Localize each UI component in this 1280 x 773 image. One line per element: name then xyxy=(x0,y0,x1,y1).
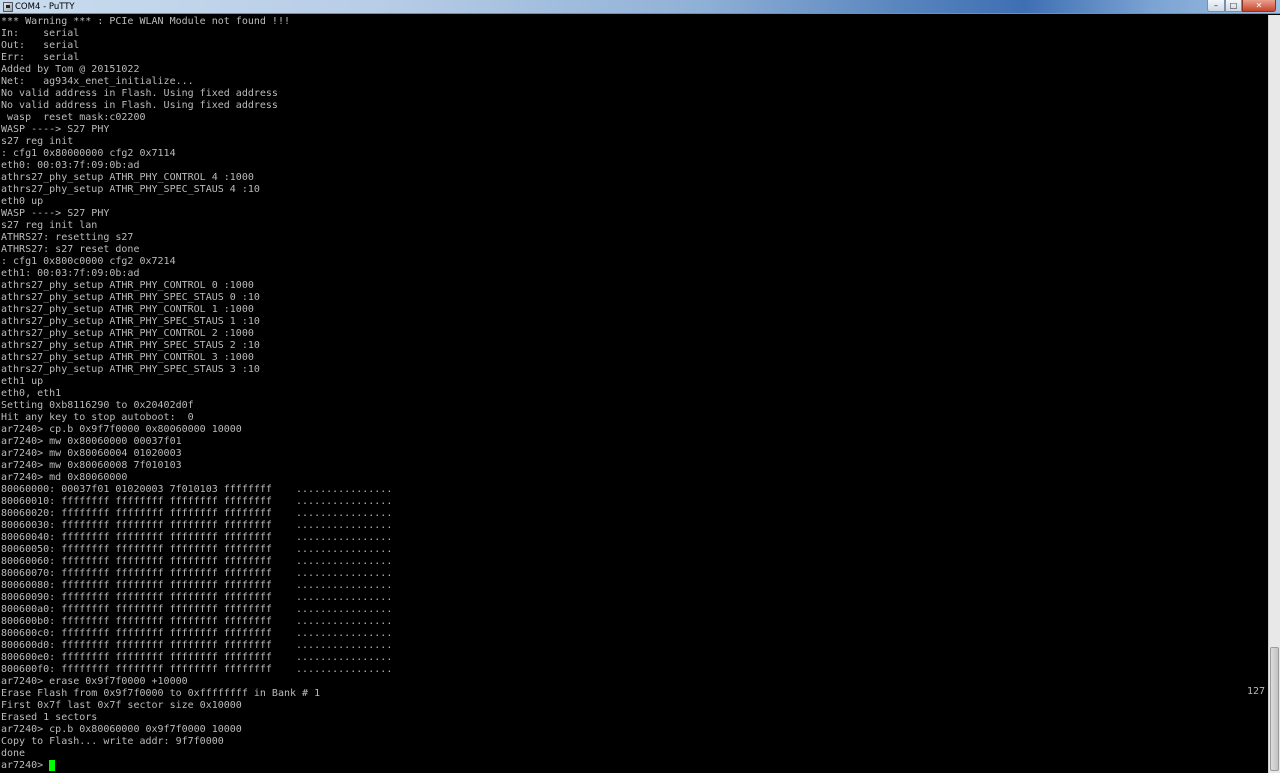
terminal-line: : cfg1 0x80000000 cfg2 0x7114 xyxy=(1,148,176,159)
terminal-line: Net: ag934x_enet_initialize... xyxy=(1,76,194,87)
terminal-line: 80060010: ffffffff ffffffff ffffffff fff… xyxy=(1,496,393,507)
putty-app-icon[interactable] xyxy=(3,2,13,12)
terminal-line: 800600e0: ffffffff ffffffff ffffffff fff… xyxy=(1,652,393,663)
terminal-line: ar7240> mw 0x80060000 00037f01 xyxy=(1,436,182,447)
terminal-line: In: serial xyxy=(1,28,80,39)
terminal-line: eth0, eth1 xyxy=(1,388,62,399)
terminal-line: No valid address in Flash. Using fixed a… xyxy=(1,88,278,99)
terminal-line: wasp reset mask:c02200 xyxy=(1,112,146,123)
terminal-line: ar7240> cp.b 0x80060000 0x9f7f0000 10000 xyxy=(1,724,242,735)
shell-prompt: ar7240> xyxy=(1,760,50,771)
terminal-line: Out: serial xyxy=(1,40,80,51)
terminal-line: ar7240> mw 0x80060008 7f010103 xyxy=(1,460,182,471)
terminal-line: Erased 1 sectors xyxy=(1,712,98,723)
terminal-line: 800600c0: ffffffff ffffffff ffffffff fff… xyxy=(1,628,393,639)
side-number-readout: 127 xyxy=(1247,686,1266,697)
terminal-line: done xyxy=(1,748,26,759)
putty-window: COM4 - PuTTY – □ ✕ *** Warning *** : PCI… xyxy=(0,0,1280,773)
terminal-line: WASP ----> S27 PHY xyxy=(1,208,110,219)
terminal-line: ar7240> erase 0x9f7f0000 +10000 xyxy=(1,676,188,687)
minimize-button[interactable]: – xyxy=(1207,0,1225,12)
maximize-button[interactable]: □ xyxy=(1225,0,1242,12)
terminal-line: athrs27_phy_setup ATHR_PHY_CONTROL 2 :10… xyxy=(1,328,254,339)
terminal-line: s27 reg init lan xyxy=(1,220,98,231)
terminal-line: Err: serial xyxy=(1,52,80,63)
terminal-line: eth1: 00:03:7f:09:0b:ad xyxy=(1,268,140,279)
terminal-line: athrs27_phy_setup ATHR_PHY_SPEC_STAUS 4 … xyxy=(1,184,260,195)
terminal-line: eth1 up xyxy=(1,376,44,387)
terminal-line: 80060020: ffffffff ffffffff ffffffff fff… xyxy=(1,508,393,519)
terminal-line: 80060000: 00037f01 01020003 7f010103 fff… xyxy=(1,484,393,495)
terminal-line: athrs27_phy_setup ATHR_PHY_SPEC_STAUS 2 … xyxy=(1,340,260,351)
terminal-line: athrs27_phy_setup ATHR_PHY_SPEC_STAUS 0 … xyxy=(1,292,260,303)
terminal-line: Hit any key to stop autoboot: 0 xyxy=(1,412,194,423)
terminal-line: Added by Tom @ 20151022 xyxy=(1,64,140,75)
terminal-line: Copy to Flash... write addr: 9f7f0000 xyxy=(1,736,224,747)
terminal-line: athrs27_phy_setup ATHR_PHY_CONTROL 4 :10… xyxy=(1,172,254,183)
terminal-line: athrs27_phy_setup ATHR_PHY_CONTROL 3 :10… xyxy=(1,352,254,363)
terminal-line: 800600a0: ffffffff ffffffff ffffffff fff… xyxy=(1,604,393,615)
terminal-line: ATHRS27: s27 reset done xyxy=(1,244,140,255)
terminal-line: 80060040: ffffffff ffffffff ffffffff fff… xyxy=(1,532,393,543)
terminal-line: ar7240> md 0x80060000 xyxy=(1,472,128,483)
terminal-line: athrs27_phy_setup ATHR_PHY_SPEC_STAUS 3 … xyxy=(1,364,260,375)
close-button[interactable]: ✕ xyxy=(1242,0,1276,12)
vertical-scrollbar[interactable] xyxy=(1268,15,1280,773)
terminal-line: *** Warning *** : PCIe WLAN Module not f… xyxy=(1,16,290,27)
terminal-line: 80060080: ffffffff ffffffff ffffffff fff… xyxy=(1,580,393,591)
terminal-line: ATHRS27: resetting s27 xyxy=(1,232,134,243)
terminal-line: eth0: 00:03:7f:09:0b:ad xyxy=(1,160,140,171)
terminal-line: ar7240> cp.b 0x9f7f0000 0x80060000 10000 xyxy=(1,424,242,435)
scrollbar-thumb[interactable] xyxy=(1270,647,1279,771)
terminal-output[interactable]: *** Warning *** : PCIe WLAN Module not f… xyxy=(0,15,1268,773)
terminal-line: WASP ----> S27 PHY xyxy=(1,124,110,135)
terminal-prompt-line[interactable]: ar7240> xyxy=(1,760,56,772)
terminal-line: Setting 0xb8116290 to 0x20402d0f xyxy=(1,400,194,411)
terminal-line: athrs27_phy_setup ATHR_PHY_CONTROL 0 :10… xyxy=(1,280,254,291)
terminal-line: First 0x7f last 0x7f sector size 0x10000 xyxy=(1,700,242,711)
terminal-line: No valid address in Flash. Using fixed a… xyxy=(1,100,278,111)
terminal-line: athrs27_phy_setup ATHR_PHY_CONTROL 1 :10… xyxy=(1,304,254,315)
terminal-line: 800600d0: ffffffff ffffffff ffffffff fff… xyxy=(1,640,393,651)
window-title: COM4 - PuTTY xyxy=(15,2,75,12)
terminal-line: 800600b0: ffffffff ffffffff ffffffff fff… xyxy=(1,616,393,627)
terminal-line: 80060050: ffffffff ffffffff ffffffff fff… xyxy=(1,544,393,555)
terminal-line: 80060060: ffffffff ffffffff ffffffff fff… xyxy=(1,556,393,567)
terminal-line: s27 reg init xyxy=(1,136,74,147)
terminal-line: 800600f0: ffffffff ffffffff ffffffff fff… xyxy=(1,664,393,675)
terminal-line: : cfg1 0x800c0000 cfg2 0x7214 xyxy=(1,256,176,267)
terminal-line: 80060070: ffffffff ffffffff ffffffff fff… xyxy=(1,568,393,579)
terminal-line: Erase Flash from 0x9f7f0000 to 0xfffffff… xyxy=(1,688,321,699)
title-bar[interactable]: COM4 - PuTTY – □ ✕ xyxy=(0,0,1280,14)
terminal-line: ar7240> mw 0x80060004 01020003 xyxy=(1,448,182,459)
text-cursor xyxy=(49,760,56,771)
terminal-line: athrs27_phy_setup ATHR_PHY_SPEC_STAUS 1 … xyxy=(1,316,260,327)
terminal-line: 80060030: ffffffff ffffffff ffffffff fff… xyxy=(1,520,393,531)
terminal-line: eth0 up xyxy=(1,196,44,207)
terminal-line: 80060090: ffffffff ffffffff ffffffff fff… xyxy=(1,592,393,603)
